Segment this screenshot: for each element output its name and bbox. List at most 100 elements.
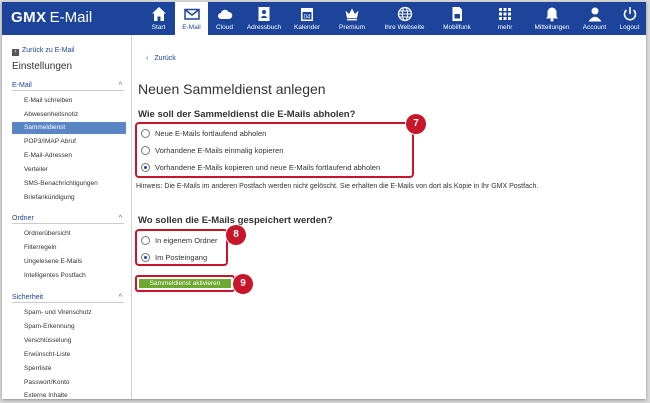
gmx-logo[interactable]: GMX E-Mail [11,9,92,27]
logo-product: E-Mail [49,9,93,26]
option-label: Neue E-Mails fortlaufend abholen [155,129,267,138]
option-neue-fortlaufend[interactable]: Neue E-Mails fortlaufend abholen [141,127,266,140]
section-title: Ordner [12,215,34,222]
nav-cloud[interactable]: Cloud [208,2,241,35]
section-sicherheit-header[interactable]: Sicherheit ^ [12,292,124,303]
settings-window: GMX E-Mail Start E-Mail Cloud Adressbuch … [2,2,646,399]
calendar-icon: 04 [299,6,315,22]
storage-options-group: In eigenem Ordner Im Posteingang [135,229,228,266]
nav-kalender[interactable]: 04 Kalender [287,2,327,35]
nav-webseite[interactable]: Ihre Webseite [377,2,432,35]
option-posteingang[interactable]: Im Posteingang [141,251,207,264]
back-link[interactable]: ‹ Zurück [146,54,176,63]
sidebar-item-passwort-konto[interactable]: Passwort/Konto [12,377,126,389]
back-label: Zurück [154,55,176,62]
nav-email[interactable]: E-Mail [175,2,208,35]
cloud-icon [217,6,233,22]
sidebar-title: Einstellungen [12,61,73,72]
page-title: Neuen Sammeldienst anlegen [138,81,326,97]
option-eigener-ordner[interactable]: In eigenem Ordner [141,234,218,247]
sidebar-item-verschluesselung[interactable]: Verschlüsselung [12,335,126,347]
user-icon [587,6,603,22]
nav-label: Logout [619,24,640,31]
sidebar-item-sammeldienst[interactable]: Sammeldienst [12,122,126,134]
sidebar-item-pop3-imap[interactable]: POP3/IMAP Abruf [12,136,126,148]
step-badge-8: 8 [226,225,246,245]
sidebar-item-verteiler[interactable]: Verteiler [12,164,126,176]
sidebar-item-spam-erkennung[interactable]: Spam-Erkennung [12,321,126,333]
main-content: ‹ Zurück Neuen Sammeldienst anlegen Wie s… [133,35,646,399]
nav-label: Adressbuch [246,24,282,31]
sim-card-icon [449,6,465,22]
crown-icon [344,6,360,22]
option-label: Im Posteingang [155,253,208,262]
nav-account[interactable]: Account [576,2,613,35]
retrieval-options-group: Neue E-Mails fortlaufend abholen Vorhand… [135,122,414,178]
radio-button-selected[interactable] [141,163,150,172]
sidebar-item-filterregeln[interactable]: Filterregeln [12,242,126,254]
submit-highlight: Sammeldienst aktivieren [135,275,235,292]
back-to-email-link[interactable]: ‹ Zurück zu E-Mail [12,46,75,56]
nav-mobilfunk[interactable]: Mobilfunk [432,2,482,35]
sidebar-item-sms[interactable]: SMS-Benachrichtigungen [12,178,126,190]
chevron-left-icon: ‹ [12,49,19,56]
option-label: In eigenem Ordner [155,236,218,245]
nav-adressbuch[interactable]: Adressbuch [241,2,287,35]
section-email-header[interactable]: E-Mail ^ [12,80,124,91]
chevron-up-icon: ^ [118,82,122,89]
sidebar-item-ordneruebersicht[interactable]: Ordnerübersicht [12,228,126,240]
chevron-up-icon: ^ [118,294,122,301]
radio-button-selected[interactable] [141,253,150,262]
main-nav: Start E-Mail Cloud Adressbuch 04 Kalende… [142,2,646,35]
step-badge-9: 9 [233,274,253,294]
radio-button[interactable] [141,236,150,245]
sidebar-item-briefankuendigung[interactable]: Briefankündigung [12,192,126,204]
bell-icon [544,6,560,22]
nav-label: Premium [338,24,365,31]
nav-label: E-Mail [182,24,201,31]
option-einmalig-kopieren[interactable]: Vorhandene E-Mails einmalig kopieren [141,144,283,157]
sidebar-item-externe-inhalte[interactable]: Externe Inhalte [12,390,126,399]
nav-label: Mitteilungen [534,24,570,31]
sidebar-item-ungelesene[interactable]: Ungelesene E-Mails [12,256,126,268]
option-kopieren-und-fortlaufend[interactable]: Vorhandene E-Mails kopieren und neue E-M… [141,161,380,174]
activate-collector-button[interactable]: Sammeldienst aktivieren [139,279,231,288]
section-title: Sicherheit [12,294,44,301]
hint-text: Hinweis: Die E-Mails im anderen Postfach… [136,183,539,190]
grid-icon [497,6,513,22]
sidebar-item-abwesenheitsnotiz[interactable]: Abwesenheitsnotiz [12,109,126,121]
nav-logout[interactable]: Logout [613,2,646,35]
sidebar-item-spam-virenschutz[interactable]: Spam- und Virenschutz [12,307,126,319]
section-ordner-header[interactable]: Ordner ^ [12,213,124,224]
question-retrieval: Wie soll der Sammeldienst die E-Mails ab… [138,109,356,120]
nav-label: Start [151,24,166,31]
radio-button[interactable] [141,146,150,155]
top-navigation-bar: GMX E-Mail Start E-Mail Cloud Adressbuch … [2,2,646,35]
nav-mehr[interactable]: mehr [482,2,528,35]
section-title: E-Mail [12,82,32,89]
sidebar-item-intelligentes-postfach[interactable]: Intelligentes Postfach [12,270,126,282]
sidebar-item-sperrliste[interactable]: Sperrliste [12,363,126,375]
back-to-email-label: Zurück zu E-Mail [22,47,75,54]
calendar-day: 04 [304,14,311,20]
nav-label: Ihre Webseite [384,24,425,31]
nav-premium[interactable]: Premium [327,2,377,35]
nav-start[interactable]: Start [142,2,175,35]
chevron-left-icon: ‹ [146,55,149,62]
home-icon [151,6,167,22]
addressbook-icon [256,6,272,22]
step-badge-7: 7 [406,114,426,134]
sidebar-item-erwuenscht-liste[interactable]: Erwünscht-Liste [12,349,126,361]
power-icon [622,6,638,22]
radio-button[interactable] [141,129,150,138]
globe-icon [397,6,413,22]
sidebar-item-email-schreiben[interactable]: E-Mail schreiben [12,95,126,107]
nav-label: Cloud [216,24,233,31]
chevron-up-icon: ^ [118,215,122,222]
nav-label: Account [582,24,607,31]
option-label: Vorhandene E-Mails kopieren und neue E-M… [155,163,381,172]
nav-mitteilungen[interactable]: Mitteilungen [528,2,576,35]
nav-label: mehr [497,24,513,31]
option-label: Vorhandene E-Mails einmalig kopieren [155,146,284,155]
sidebar-item-email-adressen[interactable]: E-Mail-Adressen [12,150,126,162]
